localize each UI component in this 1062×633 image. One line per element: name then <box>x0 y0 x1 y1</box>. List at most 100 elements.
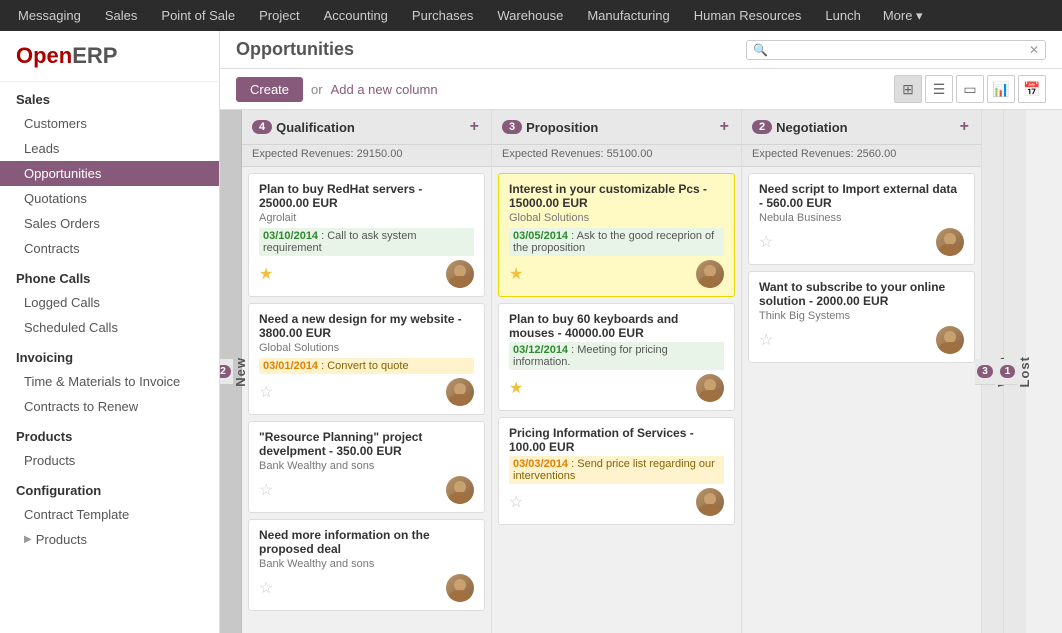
card-title: Need more information on the proposed de… <box>259 528 474 556</box>
nav-human-resources[interactable]: Human Resources <box>684 4 812 27</box>
sidebar-item-opportunities[interactable]: Opportunities <box>0 161 219 186</box>
kanban-column-proposition: 3 Proposition + Expected Revenues: 55100… <box>492 110 742 633</box>
card-star[interactable]: ☆ <box>759 232 773 252</box>
kanban-board: 2 New 4 Qualification + Expected Revenue… <box>220 110 1062 633</box>
logo-open: Open <box>16 43 72 68</box>
qualification-expected: Expected Revenues: 29150.00 <box>242 145 491 167</box>
card-keyboards[interactable]: Plan to buy 60 keyboards and mouses - 40… <box>498 303 735 411</box>
card-star[interactable]: ★ <box>509 378 523 398</box>
avatar <box>936 228 964 256</box>
card-import-data[interactable]: Need script to Import external data - 56… <box>748 173 975 265</box>
card-company: Nebula Business <box>759 212 964 224</box>
search-icon: 🔍 <box>753 43 768 57</box>
negotiation-cards: Need script to Import external data - 56… <box>742 167 981 633</box>
search-input[interactable] <box>772 43 1029 57</box>
avatar <box>696 374 724 402</box>
card-redhat[interactable]: Plan to buy RedHat servers - 25000.00 EU… <box>248 173 485 297</box>
nav-warehouse[interactable]: Warehouse <box>487 4 573 27</box>
sidebar-item-config-products[interactable]: ▶ Products <box>0 527 219 552</box>
card-online-solution[interactable]: Want to subscribe to your online solutio… <box>748 271 975 363</box>
top-navigation: Messaging Sales Point of Sale Project Ac… <box>0 0 1062 31</box>
graph-view-button[interactable]: 📊 <box>987 75 1015 103</box>
sidebar-item-time-materials[interactable]: Time & Materials to Invoice <box>0 369 219 394</box>
sidebar-item-customers[interactable]: Customers <box>0 111 219 136</box>
content-area: Opportunities 🔍 ✕ Create or Add a new co… <box>220 31 1062 633</box>
sidebar-item-sales-orders[interactable]: Sales Orders <box>0 211 219 236</box>
search-clear-icon[interactable]: ✕ <box>1029 43 1039 57</box>
form-view-button[interactable]: ▭ <box>956 75 984 103</box>
card-company: Agrolait <box>259 212 474 224</box>
card-date: 03/10/2014 <box>263 230 318 242</box>
proposition-badge: 3 <box>502 120 522 134</box>
sidebar-section-sales: Sales <box>0 82 219 111</box>
new-badge: 2 <box>220 365 231 378</box>
card-activity: 03/05/2014 : Ask to the good receprion o… <box>509 228 724 256</box>
nav-manufacturing[interactable]: Manufacturing <box>577 4 679 27</box>
card-activity-text: Convert to quote <box>327 360 408 372</box>
card-footer: ☆ <box>759 326 964 354</box>
sidebar-item-logged-calls[interactable]: Logged Calls <box>0 290 219 315</box>
nav-messaging[interactable]: Messaging <box>8 4 91 27</box>
avatar <box>446 260 474 288</box>
card-star[interactable]: ☆ <box>259 578 273 598</box>
sidebar-item-scheduled-calls[interactable]: Scheduled Calls <box>0 315 219 340</box>
card-more-info[interactable]: Need more information on the proposed de… <box>248 519 485 611</box>
qualification-add-button[interactable]: + <box>468 118 481 136</box>
nav-purchases[interactable]: Purchases <box>402 4 483 27</box>
nav-accounting[interactable]: Accounting <box>314 4 398 27</box>
card-title: Want to subscribe to your online solutio… <box>759 280 964 308</box>
kanban-lost-folded[interactable]: 1 Lost <box>1004 110 1026 633</box>
card-resource-planning[interactable]: "Resource Planning" project develpment -… <box>248 421 485 513</box>
card-star[interactable]: ☆ <box>759 330 773 350</box>
sidebar-logo: OpenERP <box>0 31 219 82</box>
nav-sales[interactable]: Sales <box>95 4 148 27</box>
sidebar-item-quotations[interactable]: Quotations <box>0 186 219 211</box>
sidebar-item-leads[interactable]: Leads <box>0 136 219 161</box>
arrow-icon: ▶ <box>24 534 32 545</box>
card-title: Plan to buy RedHat servers - 25000.00 EU… <box>259 182 474 210</box>
negotiation-badge: 2 <box>752 120 772 134</box>
nav-point-of-sale[interactable]: Point of Sale <box>151 4 245 27</box>
avatar <box>696 260 724 288</box>
list-view-button[interactable]: ☰ <box>925 75 953 103</box>
card-star[interactable]: ☆ <box>509 492 523 512</box>
kanban-new-folded[interactable]: 2 New <box>220 110 242 633</box>
negotiation-add-button[interactable]: + <box>958 118 971 136</box>
card-star[interactable]: ★ <box>259 264 273 284</box>
view-icons: ⊞ ☰ ▭ 📊 📅 <box>894 75 1046 103</box>
add-column-link[interactable]: Add a new column <box>331 82 438 97</box>
card-company: Bank Wealthy and sons <box>259 558 474 570</box>
card-activity: 03/12/2014 : Meeting for pricing informa… <box>509 342 724 370</box>
proposition-add-button[interactable]: + <box>718 118 731 136</box>
sidebar-item-products[interactable]: Products <box>0 448 219 473</box>
negotiation-expected: Expected Revenues: 2560.00 <box>742 145 981 167</box>
proposition-cards: Interest in your customizable Pcs - 1500… <box>492 167 741 633</box>
calendar-view-button[interactable]: 📅 <box>1018 75 1046 103</box>
card-date: 03/03/2014 <box>513 458 568 470</box>
proposition-expected: Expected Revenues: 55100.00 <box>492 145 741 167</box>
card-pricing-info[interactable]: Pricing Information of Services - 100.00… <box>498 417 735 525</box>
card-title: "Resource Planning" project develpment -… <box>259 430 474 458</box>
sidebar-item-contracts-renew[interactable]: Contracts to Renew <box>0 394 219 419</box>
card-design[interactable]: Need a new design for my website - 3800.… <box>248 303 485 415</box>
card-footer: ☆ <box>509 488 724 516</box>
nav-project[interactable]: Project <box>249 4 309 27</box>
toolbar: Create or Add a new column ⊞ ☰ ▭ 📊 📅 <box>220 69 1062 110</box>
sidebar-item-contract-template[interactable]: Contract Template <box>0 502 219 527</box>
nav-more[interactable]: More ▾ <box>875 4 931 28</box>
sidebar-item-contracts[interactable]: Contracts <box>0 236 219 261</box>
create-button[interactable]: Create <box>236 77 303 102</box>
sidebar-section-phone-calls: Phone Calls <box>0 261 219 290</box>
card-title: Interest in your customizable Pcs - 1500… <box>509 182 724 210</box>
card-star[interactable]: ☆ <box>259 382 273 402</box>
toolbar-or-label: or <box>311 82 323 97</box>
card-customizable-pcs[interactable]: Interest in your customizable Pcs - 1500… <box>498 173 735 297</box>
won-badge: 3 <box>977 365 993 378</box>
card-star[interactable]: ★ <box>509 264 523 284</box>
kanban-view-button[interactable]: ⊞ <box>894 75 922 103</box>
card-activity: 03/03/2014 : Send price list regarding o… <box>509 456 724 484</box>
avatar <box>696 488 724 516</box>
card-title: Need a new design for my website - 3800.… <box>259 312 474 340</box>
nav-lunch[interactable]: Lunch <box>815 4 870 27</box>
card-star[interactable]: ☆ <box>259 480 273 500</box>
